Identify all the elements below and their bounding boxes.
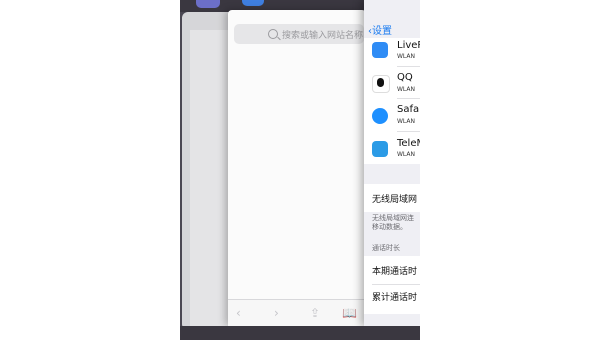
bottom-dock-strip [180, 326, 420, 340]
search-bar[interactable]: 搜索或输入网站名称 [234, 24, 364, 44]
app-title: TeleM [397, 138, 420, 149]
app-switcher-screen: 搜索或输入网站名称 ‹ › ⇪ 📖 ‹设置 LiveP WLAN QQ [180, 0, 420, 340]
wlan-assist-row[interactable]: 无线局域网 [364, 184, 420, 212]
app-network: WLAN [397, 86, 416, 93]
background-app-card-content [190, 30, 230, 336]
wlan-note-line1: 无线局域网连 [372, 214, 414, 222]
app-icon[interactable] [242, 0, 264, 6]
app-list-group: LiveP WLAN QQ WLAN Safar WLAN TeleM [364, 38, 420, 164]
current-period-label: 本期通话时 [372, 267, 418, 277]
bookmarks-icon[interactable]: 📖 [342, 306, 357, 320]
back-icon[interactable]: ‹ [236, 306, 241, 320]
call-duration-header: 通话时长 [372, 244, 400, 252]
lifetime-label: 累计通话时 [372, 293, 418, 303]
back-to-settings-button[interactable]: ‹设置 [368, 22, 392, 37]
divider [372, 284, 420, 285]
back-label: 设置 [372, 26, 392, 37]
telegram-app-icon [372, 141, 388, 157]
wlan-note-line2: 移动数据。 [372, 223, 407, 231]
search-placeholder: 搜索或输入网站名称 [282, 30, 364, 41]
penguin-icon [377, 78, 384, 87]
share-icon[interactable]: ⇪ [310, 306, 320, 320]
app-title: QQ [397, 72, 413, 83]
divider [397, 66, 420, 67]
call-duration-group: 本期通话时 累计通话时 [364, 256, 420, 314]
app-network: WLAN [397, 118, 416, 125]
qq-app-icon [372, 75, 390, 93]
search-icon [268, 29, 278, 39]
settings-app-card[interactable]: ‹设置 LiveP WLAN QQ WLAN Safar WLAN [364, 0, 420, 326]
safari-compass-icon [372, 108, 388, 124]
livephoto-app-icon [372, 42, 388, 58]
wlan-assist-label: 无线局域网 [372, 195, 418, 205]
app-icon[interactable] [196, 0, 220, 8]
app-title: Safar [397, 104, 420, 115]
app-title: LiveP [397, 40, 420, 51]
divider [397, 131, 420, 132]
safari-app-card[interactable]: 搜索或输入网站名称 ‹ › ⇪ 📖 [228, 10, 366, 326]
safari-toolbar: ‹ › ⇪ 📖 [228, 299, 366, 326]
app-network: WLAN [397, 53, 416, 60]
divider [397, 98, 420, 99]
app-network: WLAN [397, 151, 416, 158]
forward-icon[interactable]: › [274, 306, 279, 320]
